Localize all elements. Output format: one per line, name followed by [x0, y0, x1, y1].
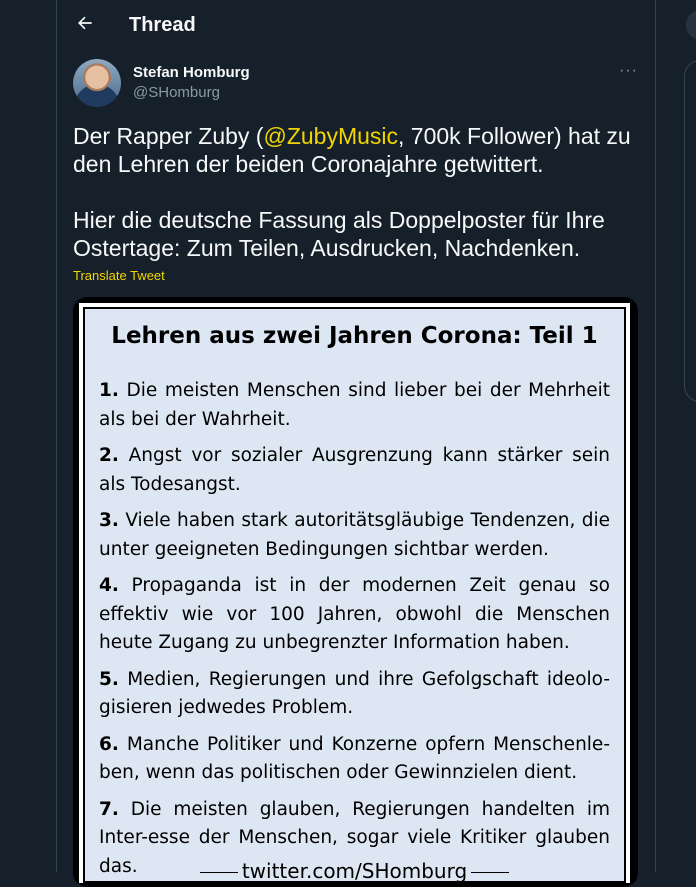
tweet-paragraph-2: Hier die deutsche Fassung als Doppelpost…: [73, 207, 605, 261]
column-border-right: [655, 0, 656, 872]
mention-link[interactable]: @ZubyMusic: [263, 123, 398, 149]
list-item: 3. Viele haben stark autoritätsgläubige …: [99, 507, 610, 564]
poster-footer: twitter.com/SHomburg: [85, 859, 624, 883]
lesson-text: Medien, Regierungen und ihre Gefolgschaf…: [99, 668, 610, 719]
tweet-image[interactable]: Lehren aus zwei Jahren Corona: Teil 1 1.…: [73, 297, 638, 887]
lessons-list: 1. Die meisten Menschen sind lieber bei …: [99, 377, 610, 887]
column-border-left: [56, 0, 57, 872]
list-item: 2. Angst vor sozialer Ausgrenzung kann s…: [99, 442, 610, 499]
lesson-number: 5.: [99, 668, 119, 690]
lesson-text: Die meisten Menschen sind lieber bei der…: [99, 380, 610, 430]
list-item: 5. Medien, Regierungen und ihre Gefolgsc…: [99, 666, 610, 723]
lesson-number: 1.: [99, 380, 119, 401]
avatar[interactable]: [73, 59, 121, 107]
arrow-left-icon: [75, 13, 95, 39]
tweet-text-segment: Der Rapper Zuby (: [73, 123, 264, 149]
lesson-number: 3.: [99, 510, 119, 531]
translate-tweet-link[interactable]: Translate Tweet: [73, 268, 165, 283]
author-handle[interactable]: @SHomburg: [133, 84, 220, 101]
tweet-author: Stefan Homburg @SHomburg ···: [73, 58, 637, 112]
more-options-icon[interactable]: ···: [619, 62, 638, 80]
lesson-number: 4.: [99, 575, 119, 596]
tweet-paragraph-1: Der Rapper Zuby (@ZubyMusic, 700k Follow…: [73, 122, 648, 178]
thread-header: Thread: [57, 0, 655, 54]
lesson-number: 7.: [99, 798, 119, 820]
list-item: 4. Propaganda ist in der modernen Zeit g…: [99, 572, 610, 658]
poster-footer-text: twitter.com/SHomburg: [241, 859, 468, 883]
poster: Lehren aus zwei Jahren Corona: Teil 1 1.…: [77, 301, 632, 885]
lesson-text: Angst vor sozialer Ausgrenzung kann stär…: [99, 445, 610, 495]
lesson-text: Manche Politiker und Konzerne opfern Men…: [99, 733, 610, 784]
lesson-text: Propaganda ist in der modernen Zeit gena…: [99, 575, 610, 653]
sidebar-search-stub[interactable]: [686, 10, 696, 40]
lesson-number: 6.: [99, 733, 119, 755]
sidebar-panel-stub: [684, 60, 696, 402]
author-name[interactable]: Stefan Homburg: [133, 64, 250, 81]
tweet-text: Der Rapper Zuby (@ZubyMusic, 700k Follow…: [73, 122, 648, 262]
page-title: Thread: [129, 14, 196, 36]
back-button[interactable]: [71, 12, 99, 40]
lesson-text: Viele haben stark autoritätsgläubige Ten…: [99, 510, 610, 560]
list-item: 6. Manche Politiker und Konzerne opfern …: [99, 731, 610, 788]
poster-title: Lehren aus zwei Jahren Corona: Teil 1: [111, 323, 598, 349]
lesson-number: 2.: [99, 445, 119, 466]
list-item: 1. Die meisten Menschen sind lieber bei …: [99, 377, 610, 434]
poster-inner: Lehren aus zwei Jahren Corona: Teil 1 1.…: [83, 307, 626, 883]
